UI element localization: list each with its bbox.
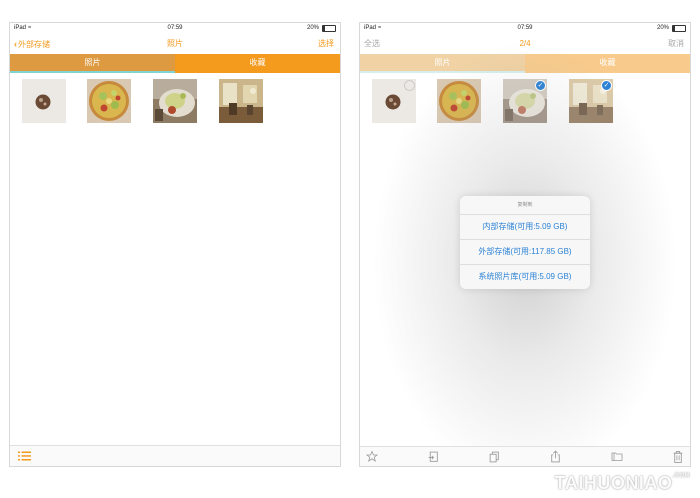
segment-control: 照片 收藏 <box>10 54 340 73</box>
copy-icon[interactable] <box>488 450 500 463</box>
status-bar: iPad ≈ 07:59 20% <box>360 23 690 34</box>
screen-photos: iPad ≈ 07:59 20% ‹外部存储 照片 选择 照片 收藏 <box>9 22 341 467</box>
tab-photos[interactable]: 照片 <box>10 54 175 73</box>
thumbnail-image <box>153 79 197 123</box>
list-icon[interactable] <box>18 451 31 461</box>
thumbnail-image <box>22 79 66 123</box>
thumb-pizza[interactable] <box>87 79 131 123</box>
screen-selection: iPad ≈ 07:59 20% 全选 2/4 取消 照片 收藏 ✓ ✓ 复制到… <box>359 22 691 467</box>
battery-percent: 20% <box>656 25 669 31</box>
tab-favorites[interactable]: 收藏 <box>175 54 340 73</box>
copy-external-storage-option[interactable]: 外部存储(可用:117.85 GB) <box>460 240 590 265</box>
thumbnail-image <box>437 79 481 123</box>
thumb-room[interactable]: ✓ <box>569 79 613 123</box>
navigation-bar: ‹外部存储 照片 选择 <box>10 34 340 54</box>
thumb-ball[interactable]: ✓ <box>372 79 416 123</box>
selection-count: 2/4 <box>519 39 531 48</box>
copy-internal-storage-option[interactable]: 内部存储(可用:5.09 GB) <box>460 215 590 240</box>
thumb-ball[interactable] <box>22 79 66 123</box>
thumb-pizza[interactable] <box>437 79 481 123</box>
watermark-suffix: .COM <box>672 473 690 479</box>
trash-icon[interactable] <box>672 450 684 463</box>
battery-percent: 20% <box>306 25 319 31</box>
copy-photo-library-option[interactable]: 系统照片库(可用:5.09 GB) <box>460 265 590 289</box>
watermark-logo: TAIHUONIAO.COM <box>555 473 690 494</box>
tab-favorites[interactable]: 收藏 <box>525 54 690 73</box>
thumb-food[interactable] <box>153 79 197 123</box>
select-all-button[interactable]: 全选 <box>364 34 380 54</box>
page-title: 照片 <box>167 39 183 48</box>
bottom-toolbar <box>10 445 340 466</box>
thumbnail-image <box>219 79 263 123</box>
navigation-bar: 全选 2/4 取消 <box>360 34 690 54</box>
chevron-left-icon: ‹ <box>14 39 17 49</box>
back-button-label: 外部存储 <box>18 40 50 49</box>
thumb-room[interactable] <box>219 79 263 123</box>
battery-icon <box>672 25 686 32</box>
watermark-text: TAIHUONIAO <box>554 473 673 493</box>
status-time: 07:59 <box>167 25 183 31</box>
tab-photos[interactable]: 照片 <box>360 54 525 73</box>
checkmark-icon[interactable]: ✓ <box>535 80 546 91</box>
status-time: 07:59 <box>517 25 533 31</box>
thumb-food[interactable]: ✓ <box>503 79 547 123</box>
copy-to-sheet: 复制到 内部存储(可用:5.09 GB) 外部存储(可用:117.85 GB) … <box>460 196 590 289</box>
thumbnail-image <box>87 79 131 123</box>
star-icon[interactable] <box>366 450 378 463</box>
checkmark-icon[interactable]: ✓ <box>601 80 612 91</box>
status-bar: iPad ≈ 07:59 20% <box>10 23 340 34</box>
sheet-title: 复制到 <box>460 196 590 215</box>
battery-icon <box>322 25 336 32</box>
bottom-toolbar <box>360 446 690 466</box>
segment-control: 照片 收藏 <box>360 54 690 73</box>
folder-icon[interactable] <box>611 450 623 463</box>
select-button[interactable]: 选择 <box>318 34 334 54</box>
share-icon[interactable] <box>550 450 562 463</box>
import-icon[interactable] <box>427 450 439 463</box>
cancel-button[interactable]: 取消 <box>668 34 684 54</box>
back-button[interactable]: ‹外部存储 <box>14 34 50 55</box>
checkmark-icon[interactable]: ✓ <box>404 80 415 91</box>
